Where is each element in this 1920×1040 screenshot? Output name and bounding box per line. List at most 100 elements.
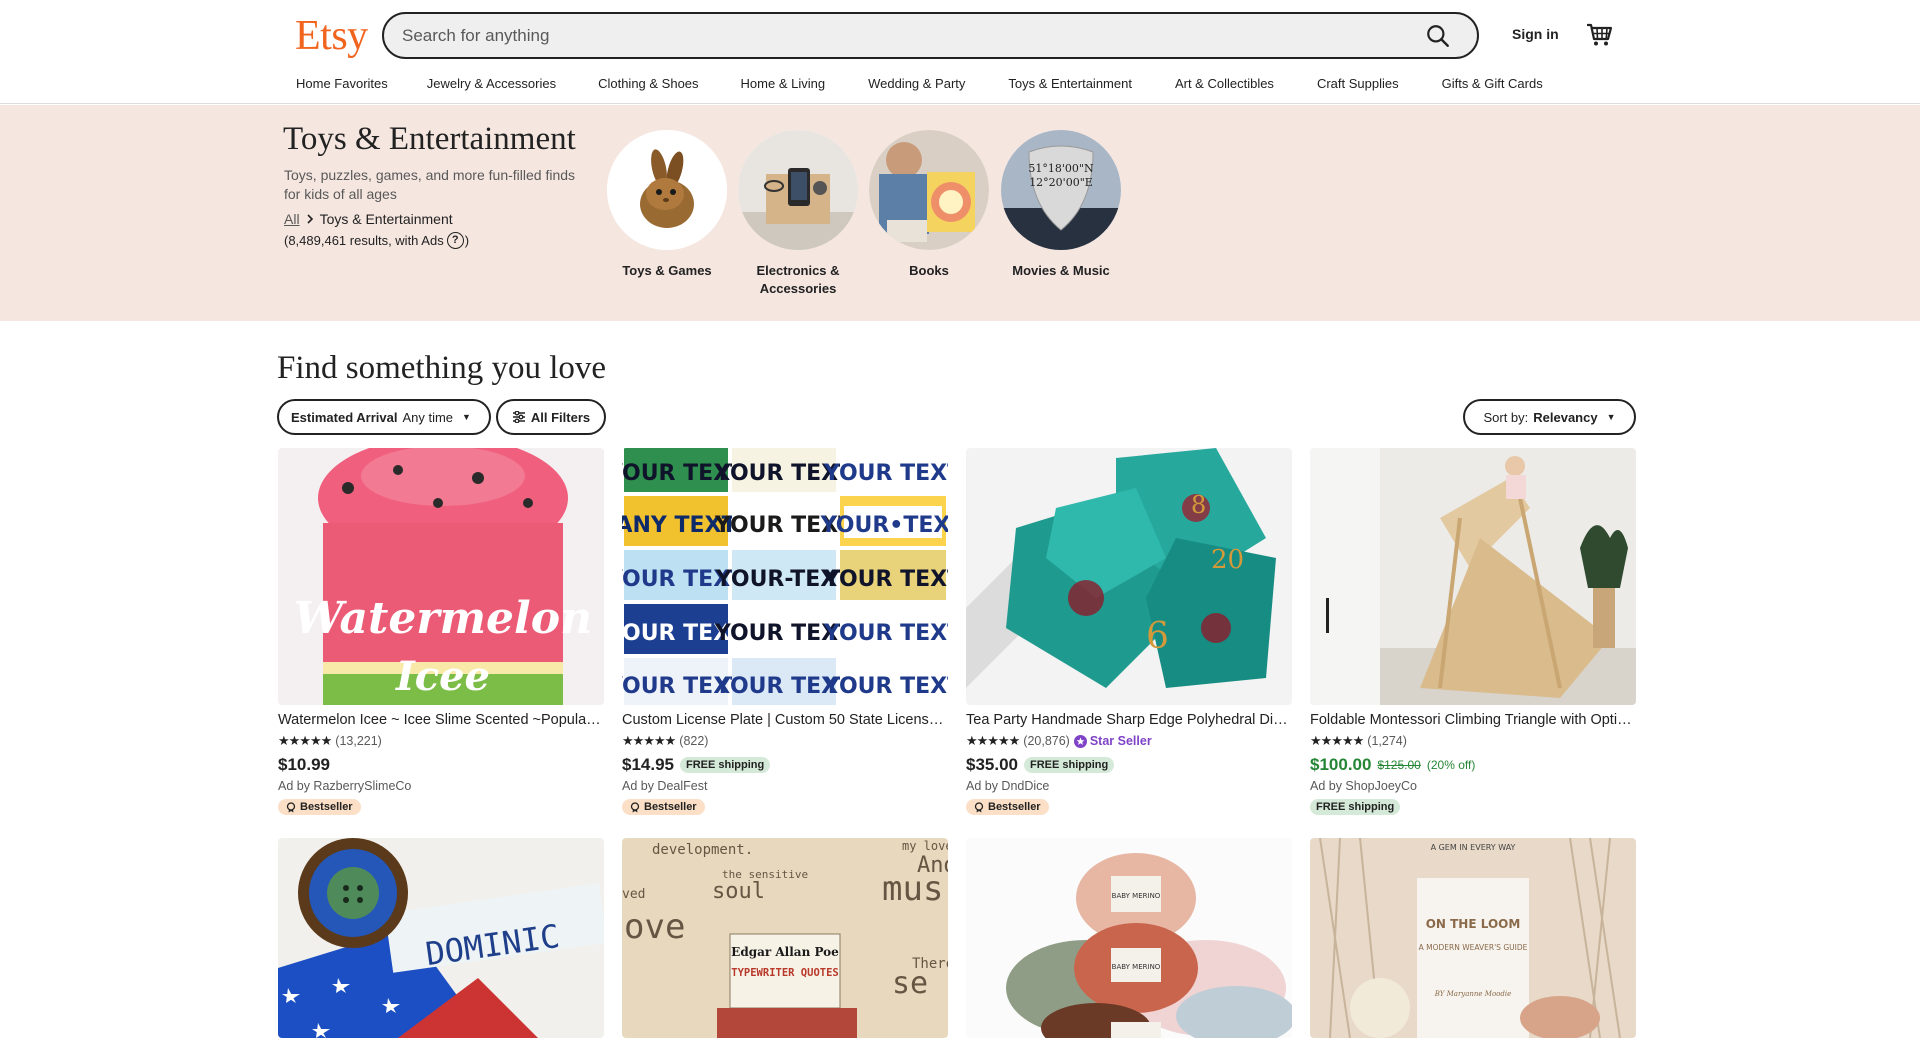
listing-title[interactable]: Watermelon Icee ~ Icee Slime Scented ~Po… [278,712,604,732]
etsy-logo[interactable]: Etsy [295,12,368,60]
poe-title: Edgar Allan Poe [731,945,839,959]
free-shipping-badge: FREE shipping [1024,757,1115,773]
site-header: Etsy Sign in Home Favorites Jewelry & Ac… [0,0,1920,104]
category-label: Toys & Games [622,263,712,278]
listing-title[interactable]: Foldable Montessori Climbing Triangle wi… [1310,712,1636,732]
star-rating-icon: ★★★★★ [622,733,676,748]
badge-label: Bestseller [988,801,1041,813]
listing-rating: ★★★★★ (20,876) Star Seller [966,732,1292,750]
chevron-right-icon [306,214,313,224]
movies-music-image: 51°18'00"N 12°20'00"E [1001,130,1121,250]
nav-gifts[interactable]: Gifts & Gift Cards [1442,76,1543,96]
review-count: (20,876) [1023,734,1070,748]
free-shipping-badge: FREE shipping [680,757,771,773]
svg-text:ove: ove [624,907,685,947]
listing-card[interactable]: BABY MERINO BABY MERINO [966,838,1292,1038]
nav-toys[interactable]: Toys & Entertainment [1008,76,1132,96]
sort-value: Relevancy [1533,409,1598,425]
results-count-close: ) [464,233,470,248]
results-count-text: (8,489,461 results, with Ads [284,233,444,248]
listing-card[interactable]: DOMINIC [278,838,604,1038]
search-input[interactable] [402,14,1382,57]
listing-rating: ★★★★★ (822) [622,732,948,750]
cart-icon[interactable] [1585,20,1613,48]
listing-image[interactable]: BABY MERINO BABY MERINO [966,838,1292,1038]
breadcrumb-current: Toys & Entertainment [319,211,453,227]
listing-rating: ★★★★★ (13,221) [278,732,604,750]
svg-text:12°20'00"E: 12°20'00"E [1029,176,1093,189]
sign-in-link[interactable]: Sign in [1512,26,1559,42]
section-heading: Find something you love [277,350,607,386]
star-seller-icon [1073,734,1087,748]
all-filters-label: All Filters [530,409,591,425]
listing-price-row: $14.95 FREE shipping [622,754,948,776]
listing-image[interactable]: YOUR TEXT YOUR TEXT YOUR TEXT ANY TEXT Y… [622,448,948,705]
medal-icon [286,801,296,812]
nav-craft[interactable]: Craft Supplies [1317,76,1399,96]
original-price: $125.00 [1377,758,1421,772]
category-nav: Home Favorites Jewelry & Accessories Clo… [296,76,1543,96]
listing-image[interactable]: development. my love And mus ved ove The… [622,838,948,1038]
category-books[interactable]: Books [869,130,989,280]
star-seller-badge: Star Seller [1073,734,1152,748]
arrival-label: Estimated Arrival [291,409,398,425]
listing-card[interactable]: 6 20 8 Tea Party Handmade Sharp Edge Pol… [966,448,1292,818]
svg-text:soul: soul [712,879,765,904]
filter-icon [512,411,525,423]
category-toys-games[interactable]: Toys & Games [607,130,727,280]
review-count: (822) [679,734,709,748]
estimated-arrival-filter[interactable]: Estimated Arrival Any time ▼ [277,399,491,435]
nav-home-favorites[interactable]: Home Favorites [296,76,388,96]
sort-dropdown[interactable]: Sort by: Relevancy ▼ [1463,399,1636,435]
svg-text:se: se [892,966,928,1001]
search-icon[interactable] [1425,23,1451,49]
nav-art[interactable]: Art & Collectibles [1175,76,1274,96]
ad-by-shop[interactable]: Ad by ShopJoeyCo [1310,779,1636,796]
listing-card[interactable]: Watermelon Icee Watermelon Icee ~ Icee S… [278,448,604,818]
ad-by-shop[interactable]: Ad by RazberrySlimeCo [278,779,604,796]
all-filters-button[interactable]: All Filters [496,399,606,435]
star-rating-icon: ★★★★★ [966,733,1020,748]
nav-jewelry[interactable]: Jewelry & Accessories [427,76,556,96]
nav-home-living[interactable]: Home & Living [741,76,826,96]
breadcrumb-all[interactable]: All [284,211,300,227]
free-shipping-badge: FREE shipping [1310,799,1401,815]
results-count: (8,489,461 results, with Ads ? ) [284,232,469,249]
star-rating-icon: ★★★★★ [1310,733,1364,748]
listing-price: $14.95 [622,755,674,774]
medal-icon [630,801,640,812]
svg-text:8: 8 [1191,491,1206,519]
nav-wedding[interactable]: Wedding & Party [868,76,965,96]
svg-text:development.: development. [652,842,753,858]
ad-by-shop[interactable]: Ad by DealFest [622,779,948,796]
listing-card[interactable]: A GEM IN EVERY WAY ON THE LOOM A MODERN … [1310,838,1636,1038]
listing-card[interactable]: development. my love And mus ved ove The… [622,838,948,1038]
review-count: (13,221) [335,734,382,748]
caret-down-icon: ▼ [462,412,471,422]
ad-by-shop[interactable]: Ad by DndDice [966,779,1292,796]
listing-image[interactable]: 6 20 8 [966,448,1292,705]
category-label: Movies & Music [1012,263,1110,278]
bestseller-badge: Bestseller [622,799,705,815]
help-icon[interactable]: ? [446,232,464,249]
listing-image[interactable] [1310,448,1636,705]
listing-image[interactable]: Watermelon Icee [278,448,604,705]
search-bar[interactable] [382,12,1479,59]
badge-label: Bestseller [644,801,697,813]
category-label: Electronics & Accessories [756,263,840,296]
listing-rating: ★★★★★ (1,274) [1310,732,1636,750]
yarn-label: BABY MERINO [1112,892,1161,900]
category-movies-music[interactable]: 51°18'00"N 12°20'00"E Movies & Music [1001,130,1121,280]
listing-image[interactable]: A GEM IN EVERY WAY ON THE LOOM A MODERN … [1310,838,1636,1038]
listing-title[interactable]: Tea Party Handmade Sharp Edge Polyhedral… [966,712,1292,732]
listing-title[interactable]: Custom License Plate | Custom 50 State L… [622,712,948,732]
listing-card[interactable]: YOUR TEXT YOUR TEXT YOUR TEXT ANY TEXT Y… [622,448,948,818]
poe-subtitle: TYPEWRITER QUOTES [731,967,838,979]
book-title: ON THE LOOM [1426,917,1521,931]
book-author: BY Maryanne Moodie [1434,990,1512,998]
nav-clothing[interactable]: Clothing & Shoes [598,76,698,96]
sort-label: Sort by: [1483,409,1529,425]
listing-image[interactable]: DOMINIC [278,838,604,1038]
category-electronics[interactable]: Electronics & Accessories [738,130,858,298]
listing-card[interactable]: Foldable Montessori Climbing Triangle wi… [1310,448,1636,815]
